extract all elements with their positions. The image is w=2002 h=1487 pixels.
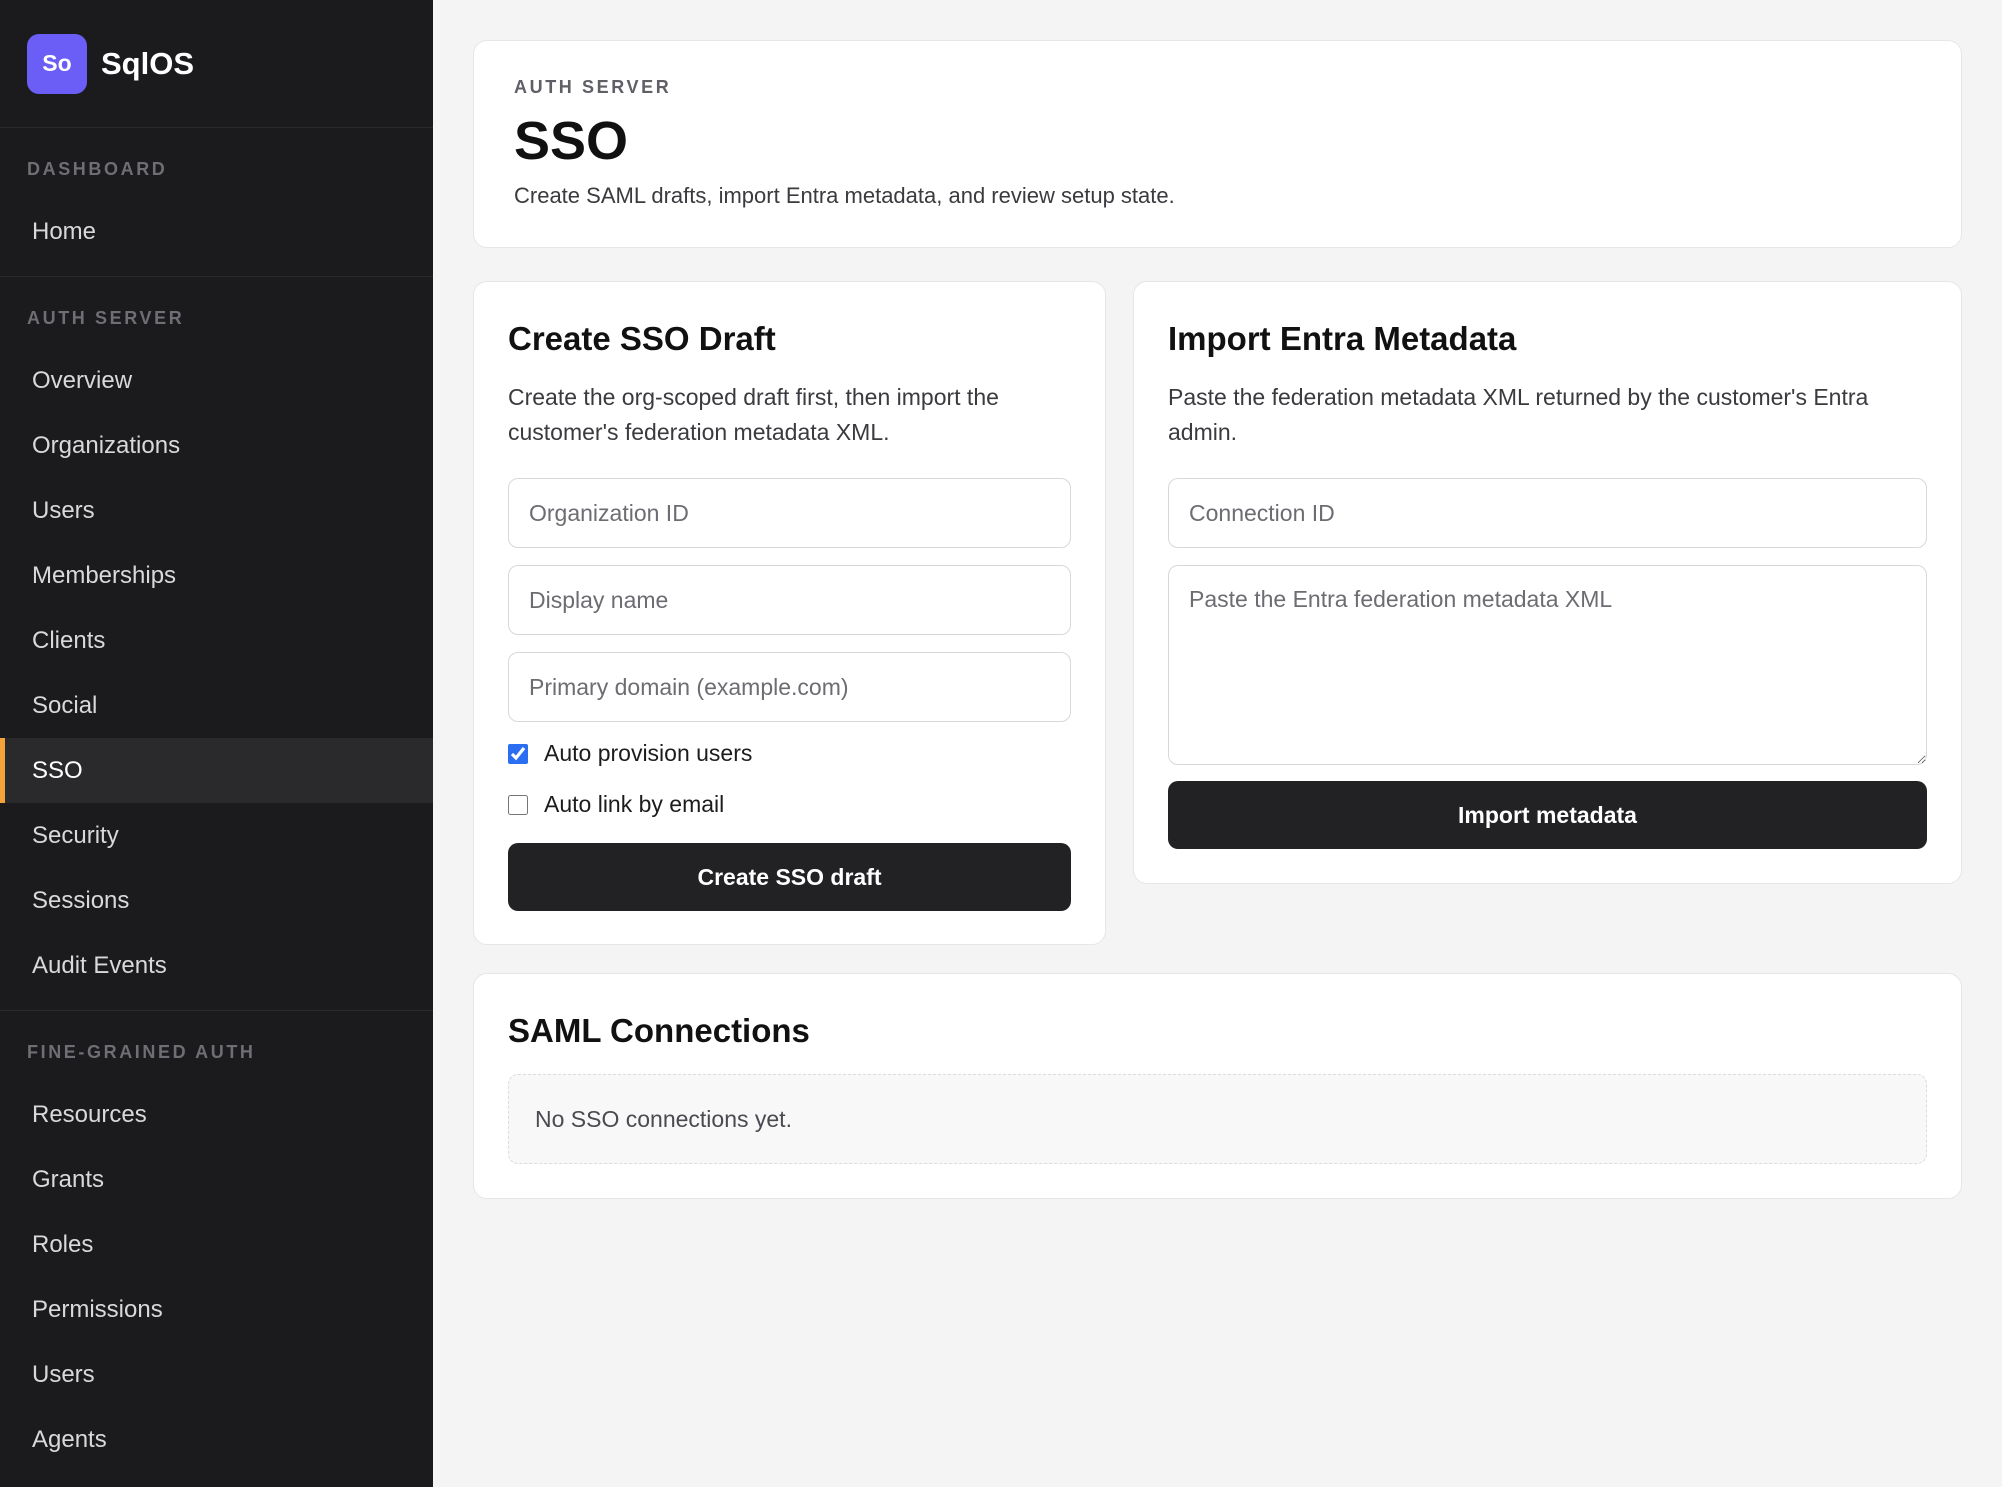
page-subtitle: Create SAML drafts, import Entra metadat…	[514, 183, 1175, 209]
card-title: Import Entra Metadata	[1168, 320, 1517, 357]
sidebar-item-permissions[interactable]: Permissions	[0, 1277, 433, 1342]
nav-section-dashboard: DASHBOARD Home	[0, 128, 433, 277]
sidebar-item-overview[interactable]: Overview	[0, 348, 433, 413]
brand-name: SqlOS	[101, 45, 195, 81]
sidebar-item-resources[interactable]: Resources	[0, 1082, 433, 1147]
import-entra-metadata-card: Import Entra Metadata Paste the federati…	[1133, 281, 1962, 884]
auto-provision-checkbox[interactable]	[508, 743, 528, 764]
page-header: AUTH SERVER SSO Create SAML drafts, impo…	[473, 40, 1962, 248]
display-name-input[interactable]	[508, 565, 1071, 635]
sidebar-item-home[interactable]: Home	[0, 199, 433, 264]
brand[interactable]: So SqlOS	[0, 0, 433, 128]
sidebar-item-audit-events[interactable]: Audit Events	[0, 933, 433, 998]
primary-domain-input[interactable]	[508, 652, 1071, 722]
sidebar-item-security[interactable]: Security	[0, 803, 433, 868]
auto-link-row[interactable]: Auto link by email	[508, 779, 1071, 830]
section-title: DASHBOARD	[27, 159, 168, 179]
metadata-xml-textarea[interactable]	[1168, 565, 1927, 765]
card-description: Create the org-scoped draft first, then …	[508, 384, 999, 445]
sidebar-item-memberships[interactable]: Memberships	[0, 543, 433, 608]
card-description: Paste the federation metadata XML return…	[1168, 384, 1869, 445]
auto-provision-row[interactable]: Auto provision users	[508, 728, 1071, 779]
nav-section-fine-grained-auth: FINE-GRAINED AUTH Resources Grants Roles…	[0, 1011, 433, 1484]
sidebar-item-agents[interactable]: Agents	[0, 1407, 433, 1472]
sidebar-item-users[interactable]: Users	[0, 478, 433, 543]
saml-connections-card: SAML Connections No SSO connections yet.	[473, 973, 1962, 1199]
sidebar-item-roles[interactable]: Roles	[0, 1212, 433, 1277]
sidebar-item-clients[interactable]: Clients	[0, 608, 433, 673]
card-title: Create SSO Draft	[508, 320, 776, 357]
create-sso-draft-card: Create SSO Draft Create the org-scoped d…	[473, 281, 1106, 945]
sidebar-item-social[interactable]: Social	[0, 673, 433, 738]
sidebar-item-grants[interactable]: Grants	[0, 1147, 433, 1212]
auto-provision-label: Auto provision users	[544, 740, 753, 766]
page-title: SSO	[514, 111, 629, 171]
sidebar-item-sessions[interactable]: Sessions	[0, 868, 433, 933]
create-sso-draft-button[interactable]: Create SSO draft	[508, 843, 1071, 911]
organization-id-input[interactable]	[508, 478, 1071, 548]
section-title: AUTH SERVER	[27, 308, 185, 328]
section-title: FINE-GRAINED AUTH	[27, 1042, 256, 1062]
card-title: SAML Connections	[508, 1012, 810, 1049]
sidebar-item-sso[interactable]: SSO	[0, 738, 433, 803]
auto-link-label: Auto link by email	[544, 791, 725, 817]
connection-id-input[interactable]	[1168, 478, 1927, 548]
sidebar: So SqlOS DASHBOARD Home AUTH SERVER Over…	[0, 0, 433, 1487]
empty-state: No SSO connections yet.	[508, 1074, 1927, 1164]
sidebar-item-fga-users[interactable]: Users	[0, 1342, 433, 1407]
page-eyebrow: AUTH SERVER	[514, 77, 672, 97]
nav-section-auth-server: AUTH SERVER Overview Organizations Users…	[0, 277, 433, 1011]
sidebar-item-organizations[interactable]: Organizations	[0, 413, 433, 478]
import-metadata-button[interactable]: Import metadata	[1168, 781, 1927, 849]
brand-logo: So	[27, 33, 87, 94]
auto-link-checkbox[interactable]	[508, 794, 528, 815]
